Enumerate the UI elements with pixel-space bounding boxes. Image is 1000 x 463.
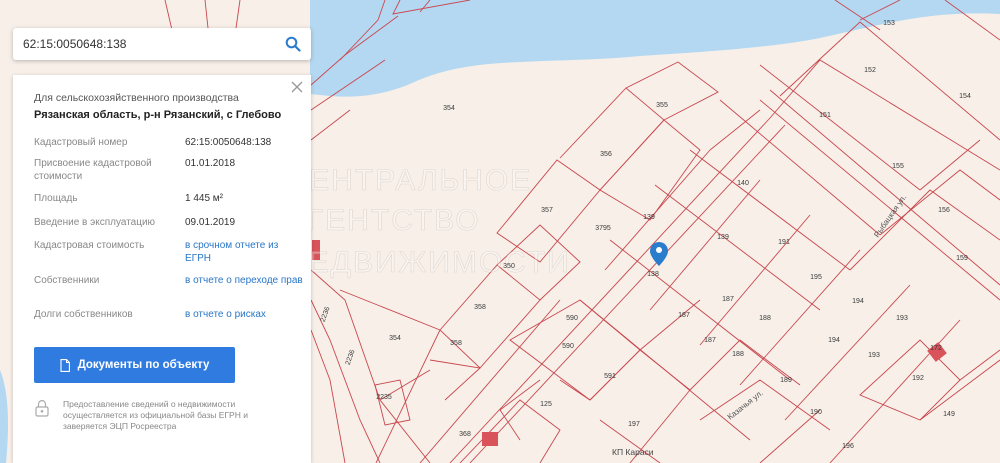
parcel-number-label: 354 bbox=[389, 335, 401, 342]
parcel-number-label: 195 bbox=[810, 274, 822, 281]
search-icon[interactable] bbox=[285, 36, 301, 52]
row-link-owner-debts[interactable]: в отчете о рисках bbox=[185, 308, 305, 321]
parcel-number-label: 192 bbox=[912, 375, 924, 382]
parcel-number-label: 2235 bbox=[376, 394, 392, 401]
parcel-number-label: 188 bbox=[759, 315, 771, 322]
parcel-info-card: Для сельскохозяйственного производства Р… bbox=[13, 75, 311, 463]
documents-button-label: Документы по объекту bbox=[77, 359, 210, 371]
svg-text:НЕДВИЖИМОСТИ: НЕДВИЖИМОСТИ bbox=[285, 246, 571, 279]
highlight-parcel bbox=[482, 432, 498, 446]
parcel-number-label: 189 bbox=[780, 377, 792, 384]
parcel-number-label: 140 bbox=[737, 180, 749, 187]
search-input[interactable] bbox=[23, 28, 273, 60]
parcel-number-label: 139 bbox=[717, 234, 729, 241]
parcel-number-label: 196 bbox=[842, 443, 854, 450]
parcel-number-label: 139 bbox=[643, 214, 655, 221]
parcel-number-label: 193 bbox=[868, 352, 880, 359]
parcel-number-label: 197 bbox=[628, 421, 640, 428]
parcel-number-label: 358 bbox=[450, 340, 462, 347]
parcel-number-label: 194 bbox=[852, 298, 864, 305]
row-label-valuation-date: Присвоение кадастровой стоимости bbox=[34, 158, 152, 182]
row-link-cadastral-value[interactable]: в срочном отчете из ЕГРН bbox=[185, 239, 305, 265]
parcel-number-label: 357 bbox=[541, 207, 553, 214]
row-label-owner-debts: Долги собственников bbox=[34, 309, 133, 320]
search-box bbox=[13, 28, 311, 60]
parcel-number-label: 358 bbox=[474, 304, 486, 311]
parcel-number-label: 138 bbox=[647, 271, 659, 278]
parcel-category: Для сельскохозяйственного производства bbox=[34, 92, 239, 104]
parcel-number-label: 193 bbox=[896, 315, 908, 322]
row-value-commissioning: 09.01.2019 bbox=[185, 217, 236, 228]
row-label-area: Площадь bbox=[34, 193, 78, 204]
parcel-number-label: 191 bbox=[778, 239, 790, 246]
parcel-number-label: 355 bbox=[656, 102, 668, 109]
row-value-valuation-date: 01.01.2018 bbox=[185, 158, 236, 169]
parcel-number-label: 153 bbox=[883, 20, 895, 27]
row-value-cadastral-number: 62:15:0050648:138 bbox=[185, 137, 272, 148]
parcel-number-label: 187 bbox=[678, 312, 690, 319]
parcel-address: Рязанская область, р-н Рязанский, с Глеб… bbox=[34, 109, 282, 121]
parcel-number-label: 194 bbox=[828, 337, 840, 344]
parcel-number-label: 590 bbox=[566, 315, 578, 322]
row-label-cadastral-number: Кадастровый номер bbox=[34, 137, 128, 148]
parcel-number-label: 156 bbox=[938, 207, 950, 214]
street-label: КП Караси bbox=[612, 447, 654, 457]
parcel-number-label: 151 bbox=[819, 112, 831, 119]
row-label-commissioning: Введение в эксплуатацию bbox=[34, 217, 156, 228]
svg-text:ЦЕНТРАЛЬНОЕ: ЦЕНТРАЛЬНОЕ bbox=[285, 164, 532, 197]
row-label-owners: Собственники bbox=[34, 275, 100, 286]
parcel-number-label: 190 bbox=[810, 409, 822, 416]
parcel-number-label: 590 bbox=[562, 343, 574, 350]
parcel-number-label: 154 bbox=[959, 93, 971, 100]
lock-icon bbox=[35, 399, 49, 417]
row-label-cadastral-value: Кадастровая стоимость bbox=[34, 240, 145, 251]
row-value-area: 1 445 м² bbox=[185, 193, 224, 204]
close-icon[interactable] bbox=[291, 81, 303, 93]
parcel-number-label: 159 bbox=[956, 255, 968, 262]
parcel-number-label: 350 bbox=[503, 263, 515, 270]
row-link-owners[interactable]: в отчете о переходе прав bbox=[185, 274, 305, 287]
parcel-number-label: 187 bbox=[722, 296, 734, 303]
document-icon bbox=[60, 358, 70, 372]
parcel-number-label: 125 bbox=[540, 401, 552, 408]
parcel-number-label: 149 bbox=[943, 411, 955, 418]
parcel-number-label: 152 bbox=[864, 67, 876, 74]
parcel-number-label: 187 bbox=[704, 337, 716, 344]
parcel-number-label: 172 bbox=[930, 345, 942, 352]
documents-button[interactable]: Документы по объекту bbox=[34, 347, 235, 383]
parcel-number-label: 591 bbox=[604, 373, 616, 380]
parcel-number-label: 188 bbox=[732, 351, 744, 358]
parcel-number-label: 354 bbox=[443, 105, 455, 112]
parcel-number-label: 368 bbox=[459, 431, 471, 438]
svg-text:АГЕНТСТВО: АГЕНТСТВО bbox=[285, 204, 481, 237]
parcel-number-label: 3795 bbox=[595, 225, 611, 232]
legal-footnote: Предоставление сведений о недвижимости о… bbox=[63, 399, 248, 431]
parcel-number-label: 155 bbox=[892, 163, 904, 170]
parcel-number-label: 356 bbox=[600, 151, 612, 158]
